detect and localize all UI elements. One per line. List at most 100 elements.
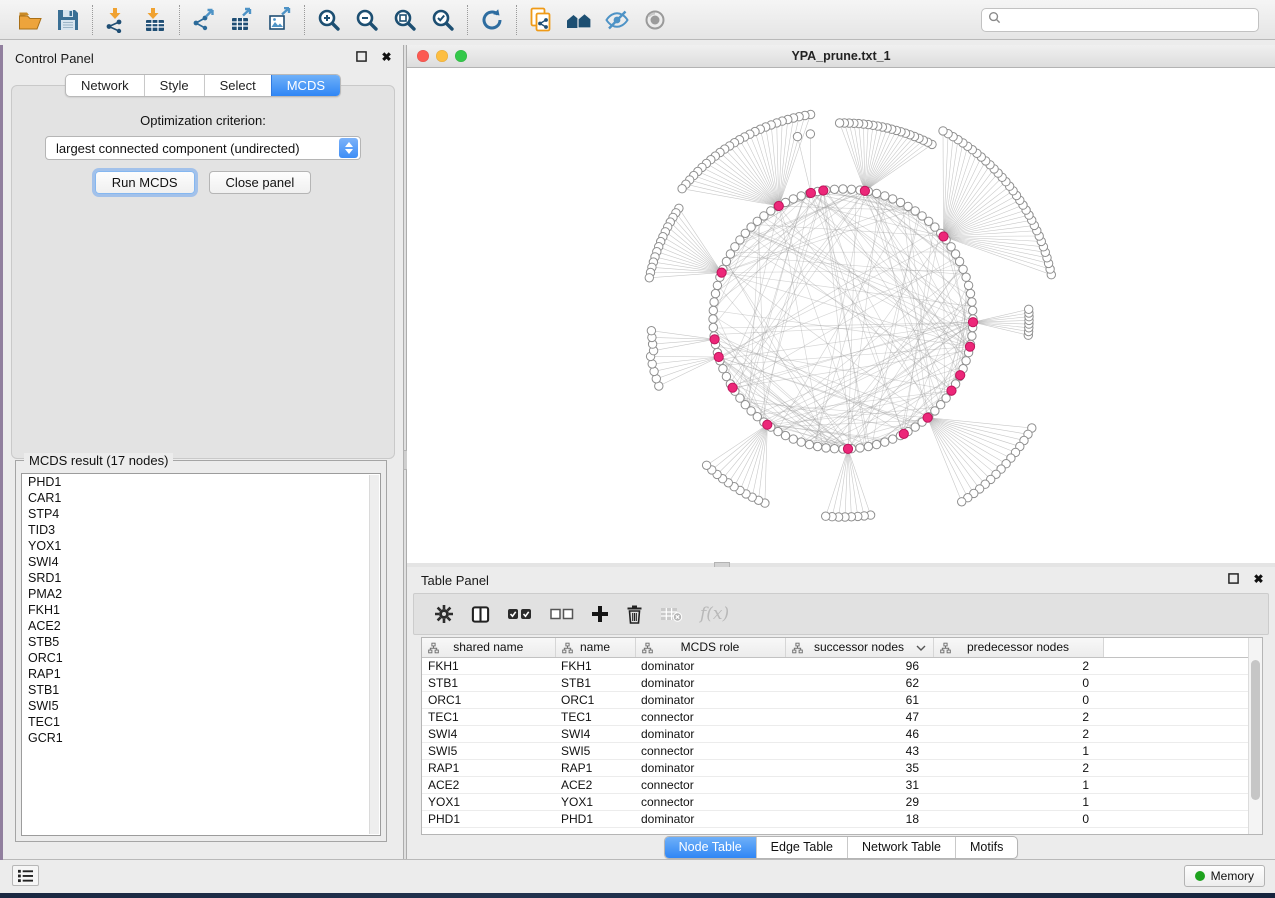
table-cell[interactable]: RAP1 (422, 760, 555, 777)
import-network-icon[interactable] (102, 5, 132, 35)
table-cell[interactable]: PHD1 (555, 811, 635, 828)
show-panel-icon[interactable] (640, 5, 670, 35)
column-header-mcds-role[interactable]: MCDS role (635, 638, 785, 658)
mcds-result-item[interactable]: ACE2 (22, 618, 380, 634)
add-column-icon[interactable] (591, 602, 609, 626)
show-columns-icon[interactable] (471, 602, 490, 626)
table-cell[interactable]: SWI4 (422, 726, 555, 743)
table-cell[interactable]: 46 (785, 726, 933, 743)
table-cell[interactable]: YOX1 (422, 794, 555, 811)
table-cell[interactable]: RAP1 (555, 760, 635, 777)
criterion-select[interactable]: largest connected component (undirected) (45, 136, 361, 160)
table-cell[interactable]: 62 (785, 675, 933, 692)
table-row[interactable]: SWI4SWI4dominator462 (422, 726, 1251, 743)
deselect-all-icon[interactable] (550, 602, 574, 626)
mcds-result-item[interactable]: FKH1 (22, 602, 380, 618)
tab-motifs[interactable]: Motifs (955, 837, 1017, 858)
zoom-fit-icon[interactable] (390, 5, 420, 35)
mcds-result-item[interactable]: SWI5 (22, 698, 380, 714)
table-cell[interactable]: ORC1 (422, 692, 555, 709)
table-cell[interactable]: 1 (933, 743, 1103, 760)
table-cell[interactable]: connector (635, 743, 785, 760)
mcds-result-item[interactable]: SRD1 (22, 570, 380, 586)
network-graph[interactable] (407, 68, 1275, 563)
table-cell[interactable]: 61 (785, 692, 933, 709)
run-mcds-button[interactable]: Run MCDS (95, 171, 195, 194)
table-cell[interactable]: dominator (635, 692, 785, 709)
table-cell[interactable]: 18 (785, 811, 933, 828)
table-cell[interactable]: 47 (785, 709, 933, 726)
mcds-result-list[interactable]: PHD1CAR1STP4TID3YOX1SWI4SRD1PMA2FKH1ACE2… (21, 473, 381, 836)
table-cell[interactable]: FKH1 (422, 658, 555, 675)
import-table-icon[interactable] (140, 5, 170, 35)
table-cell[interactable]: 35 (785, 760, 933, 777)
export-network-icon[interactable] (189, 5, 219, 35)
table-cell[interactable]: 2 (933, 709, 1103, 726)
tab-style[interactable]: Style (144, 75, 204, 96)
table-cell[interactable]: dominator (635, 675, 785, 692)
search-box[interactable] (981, 8, 1259, 32)
search-input[interactable] (1005, 12, 1252, 28)
table-settings-icon[interactable] (434, 602, 454, 626)
table-cell[interactable]: 43 (785, 743, 933, 760)
table-cell[interactable]: dominator (635, 811, 785, 828)
column-header-name[interactable]: name (555, 638, 635, 658)
mcds-result-item[interactable]: PMA2 (22, 586, 380, 602)
mcds-result-item[interactable]: TID3 (22, 522, 380, 538)
table-cell[interactable]: YOX1 (555, 794, 635, 811)
table-row[interactable]: FKH1FKH1dominator962 (422, 658, 1251, 675)
table-row[interactable]: ACE2ACE2connector311 (422, 777, 1251, 794)
table-cell[interactable]: 1 (933, 777, 1103, 794)
table-row[interactable]: PHD1PHD1dominator180 (422, 811, 1251, 828)
table-cell[interactable]: 2 (933, 726, 1103, 743)
share-document-icon[interactable] (526, 5, 556, 35)
table-cell[interactable]: connector (635, 777, 785, 794)
zoom-in-icon[interactable] (314, 5, 344, 35)
memory-button[interactable]: Memory (1184, 865, 1265, 887)
mcds-result-item[interactable]: RAP1 (22, 666, 380, 682)
tab-edge-table[interactable]: Edge Table (756, 837, 847, 858)
table-cell[interactable]: ACE2 (555, 777, 635, 794)
table-cell[interactable]: 0 (933, 811, 1103, 828)
table-cell[interactable]: 0 (933, 675, 1103, 692)
mcds-result-item[interactable]: ORC1 (22, 650, 380, 666)
table-cell[interactable]: 29 (785, 794, 933, 811)
table-row[interactable]: STB1STB1dominator620 (422, 675, 1251, 692)
delete-table-icon[interactable] (660, 602, 683, 626)
close-panel-icon[interactable]: ✖ (1252, 572, 1265, 585)
mcds-result-item[interactable]: GCR1 (22, 730, 380, 746)
tab-select[interactable]: Select (204, 75, 271, 96)
close-panel-button[interactable]: Close panel (209, 171, 312, 194)
save-icon[interactable] (53, 5, 83, 35)
function-builder-icon[interactable]: f(x) (700, 602, 729, 626)
table-cell[interactable]: FKH1 (555, 658, 635, 675)
table-cell[interactable]: STB1 (555, 675, 635, 692)
table-cell[interactable]: TEC1 (555, 709, 635, 726)
table-cell[interactable]: connector (635, 709, 785, 726)
column-header-predecessor-nodes[interactable]: predecessor nodes (933, 638, 1103, 658)
float-window-icon[interactable] (355, 50, 368, 63)
table-cell[interactable]: 31 (785, 777, 933, 794)
mcds-result-item[interactable]: SWI4 (22, 554, 380, 570)
mcds-result-item[interactable]: TEC1 (22, 714, 380, 730)
float-window-icon[interactable] (1227, 572, 1240, 585)
table-cell[interactable]: 0 (933, 692, 1103, 709)
mcds-result-item[interactable]: PHD1 (22, 474, 380, 490)
table-row[interactable]: YOX1YOX1connector291 (422, 794, 1251, 811)
column-header-shared-name[interactable]: shared name (422, 638, 555, 658)
select-all-icon[interactable] (507, 602, 533, 626)
zoom-out-icon[interactable] (352, 5, 382, 35)
zoom-selected-icon[interactable] (428, 5, 458, 35)
table-scrollbar[interactable] (1248, 638, 1262, 834)
table-cell[interactable]: dominator (635, 726, 785, 743)
column-header-successor-nodes[interactable]: successor nodes (785, 638, 933, 658)
mcds-result-item[interactable]: STB5 (22, 634, 380, 650)
table-cell[interactable]: STB1 (422, 675, 555, 692)
table-row[interactable]: RAP1RAP1dominator352 (422, 760, 1251, 777)
delete-column-icon[interactable] (626, 602, 643, 626)
open-icon[interactable] (15, 5, 45, 35)
table-cell[interactable]: SWI4 (555, 726, 635, 743)
table-cell[interactable]: connector (635, 794, 785, 811)
network-window-titlebar[interactable]: YPA_prune.txt_1 (407, 45, 1275, 68)
table-cell[interactable]: 1 (933, 794, 1103, 811)
